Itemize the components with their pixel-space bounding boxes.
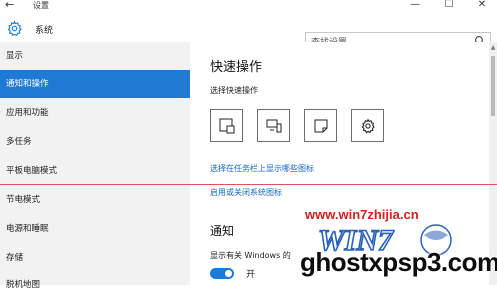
- quick-tile-connect[interactable]: [257, 109, 290, 142]
- quick-actions-subtitle: 选择快速操作: [210, 86, 258, 95]
- toggle-state-label: 开: [246, 270, 256, 280]
- watermark-url: www.win7zhijia.cn: [305, 207, 419, 222]
- section-title-quick-actions: 快速操作: [210, 60, 263, 75]
- sidebar-item-multitasking[interactable]: 多任务: [0, 128, 190, 156]
- notifications-toggle[interactable]: [210, 268, 234, 279]
- toggle-knob: [225, 270, 232, 277]
- sidebar-item-power-sleep[interactable]: 电源和睡眠: [0, 215, 190, 243]
- red-divider-line: [0, 184, 497, 185]
- page-title: 系统: [35, 26, 54, 36]
- quick-tile-settings[interactable]: [351, 109, 384, 142]
- settings-icon: [361, 118, 375, 134]
- sidebar-item-display[interactable]: 显示: [0, 42, 190, 70]
- section-title-notifications: 通知: [210, 224, 235, 238]
- sidebar-item-storage[interactable]: 存储: [0, 244, 190, 272]
- scroll-up-icon[interactable]: ▲: [489, 44, 497, 51]
- quick-tile-note[interactable]: [304, 109, 337, 142]
- watermark-domain: ghostxpsp3.com: [300, 247, 497, 277]
- sidebar-item-notifications[interactable]: 通知和操作: [0, 70, 190, 98]
- back-button[interactable]: ←: [5, 0, 14, 11]
- tablet-mode-icon: [219, 118, 235, 134]
- close-button[interactable]: ✕: [472, 0, 492, 10]
- notifications-description: 显示有关 Windows 的: [210, 251, 291, 260]
- sidebar: 显示 通知和操作 应用和功能 多任务 平板电脑模式 节电模式 电源和睡眠 存储 …: [0, 42, 190, 290]
- connect-display-icon: [266, 119, 282, 133]
- note-icon: [314, 119, 328, 133]
- sidebar-item-offline-maps[interactable]: 脱机地图: [0, 271, 190, 299]
- maximize-button[interactable]: ☐: [439, 0, 459, 10]
- title-bar: ← 设置 — ☐ ✕: [0, 0, 497, 14]
- minimize-button[interactable]: —: [405, 0, 425, 10]
- sidebar-item-tablet-mode[interactable]: 平板电脑模式: [0, 157, 190, 185]
- sidebar-item-battery-saver[interactable]: 节电模式: [0, 186, 190, 214]
- link-taskbar-icons[interactable]: 选择在任务栏上显示哪些图标: [210, 163, 314, 174]
- quick-tile-tablet-mode[interactable]: [210, 109, 243, 142]
- gear-icon: [7, 20, 22, 37]
- window-title: 设置: [33, 1, 49, 10]
- sidebar-item-apps[interactable]: 应用和功能: [0, 99, 190, 127]
- page-header: 系统 查找设置: [0, 14, 497, 49]
- link-system-icons[interactable]: 启用或关闭系统图标: [210, 187, 282, 198]
- scroll-thumb[interactable]: [491, 56, 495, 116]
